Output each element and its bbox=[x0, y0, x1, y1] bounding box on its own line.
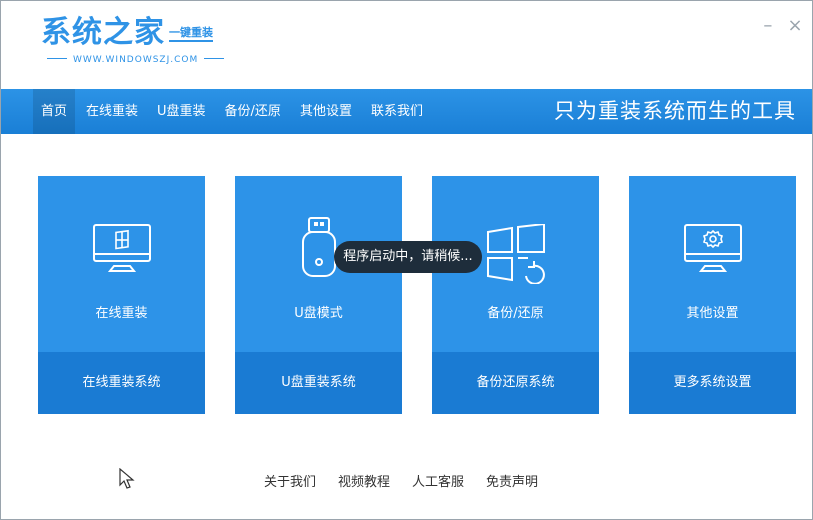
nav-menu: 首页 在线重装 U盘重装 备份/还原 其他设置 联系我们 bbox=[33, 89, 434, 134]
monitor-gear-icon bbox=[629, 222, 796, 282]
card-action-button[interactable]: 在线重装系统 bbox=[38, 352, 205, 414]
card-label: 备份/还原 bbox=[487, 306, 544, 321]
nav-item-usb-reinstall[interactable]: U盘重装 bbox=[149, 89, 214, 134]
nav-bar: 首页 在线重装 U盘重装 备份/还原 其他设置 联系我们 只为重装系统而生的工具 bbox=[1, 89, 812, 134]
card-action-button[interactable]: U盘重装系统 bbox=[235, 352, 402, 414]
card-label: 在线重装 bbox=[95, 306, 148, 321]
card-other-settings[interactable]: 其他设置 更多系统设置 bbox=[629, 176, 796, 414]
logo-url: WWW.WINDOWSZJ.COM bbox=[41, 55, 230, 65]
footer-link-about[interactable]: 关于我们 bbox=[264, 471, 316, 490]
card-top[interactable]: 其他设置 bbox=[629, 176, 796, 352]
slogan: 只为重装系统而生的工具 bbox=[554, 99, 796, 123]
nav-item-backup-restore[interactable]: 备份/还原 bbox=[217, 89, 289, 134]
card-top[interactable]: 在线重装 bbox=[38, 176, 205, 352]
logo-title: 系统之家 bbox=[41, 15, 165, 50]
card-label: U盘模式 bbox=[294, 306, 343, 321]
footer-links: 关于我们 视频教程 人工客服 免责声明 bbox=[264, 471, 560, 490]
footer-link-support[interactable]: 人工客服 bbox=[412, 471, 464, 490]
window-controls: – × bbox=[757, 15, 806, 37]
nav-item-other-settings[interactable]: 其他设置 bbox=[292, 89, 360, 134]
nav-item-online-reinstall[interactable]: 在线重装 bbox=[78, 89, 146, 134]
loading-toast: 程序启动中，请稍候... bbox=[334, 241, 482, 273]
card-backup-restore[interactable]: 备份/还原 备份还原系统 bbox=[432, 176, 599, 414]
logo-subtitle: 一键重装 bbox=[169, 26, 213, 42]
card-action-button[interactable]: 备份还原系统 bbox=[432, 352, 599, 414]
card-online-reinstall[interactable]: 在线重装 在线重装系统 bbox=[38, 176, 205, 414]
logo-url-text: WWW.WINDOWSZJ.COM bbox=[73, 55, 199, 65]
app-window: 系统之家 一键重装 WWW.WINDOWSZJ.COM – × 首页 在线重装 U… bbox=[0, 0, 813, 520]
monitor-windows-icon bbox=[38, 222, 205, 282]
nav-item-home[interactable]: 首页 bbox=[33, 89, 76, 134]
card-action-button[interactable]: 更多系统设置 bbox=[629, 352, 796, 414]
close-icon[interactable]: × bbox=[784, 15, 806, 37]
feature-cards: 在线重装 在线重装系统 U盘模式 U盘重装系统 备份/还原 备份还原系统 其他设… bbox=[38, 176, 798, 414]
footer-link-disclaimer[interactable]: 免责声明 bbox=[486, 471, 538, 490]
app-logo: 系统之家 一键重装 WWW.WINDOWSZJ.COM bbox=[41, 15, 230, 65]
card-usb-mode[interactable]: U盘模式 U盘重装系统 bbox=[235, 176, 402, 414]
title-bar: 系统之家 一键重装 WWW.WINDOWSZJ.COM – × bbox=[1, 1, 812, 89]
card-label: 其他设置 bbox=[686, 306, 739, 321]
footer-link-video-tutorial[interactable]: 视频教程 bbox=[338, 471, 390, 490]
mouse-cursor-icon bbox=[119, 468, 135, 489]
nav-item-contact-us[interactable]: 联系我们 bbox=[363, 89, 431, 134]
minimize-icon[interactable]: – bbox=[757, 15, 779, 37]
